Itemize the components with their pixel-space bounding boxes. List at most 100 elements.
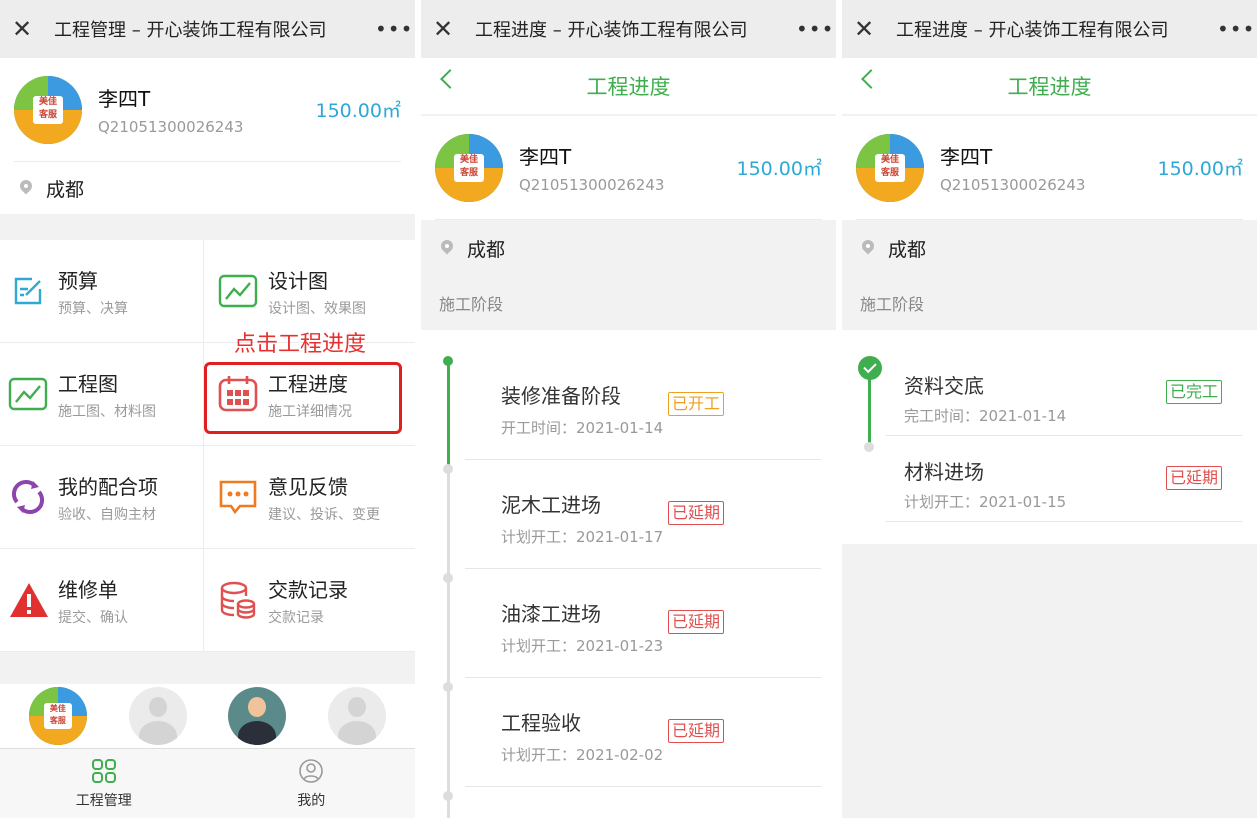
timeline-item[interactable]: 材料进场 计划开工：2021-01-15 已延期 — [886, 436, 1242, 522]
customer-name: 李四T — [98, 87, 151, 111]
timeline-line — [447, 465, 450, 818]
avatar-placeholder[interactable] — [328, 687, 387, 745]
profile-card: 美佳 客服 李四T Q21051300026243 150.00㎡ 成都 — [0, 58, 415, 214]
bottom-tab-bar: 工程管理 我的 — [0, 748, 415, 818]
more-icon[interactable]: ••• — [375, 17, 412, 41]
menu-item-subtitle: 预算、决算 — [58, 300, 128, 317]
close-icon[interactable]: ✕ — [433, 17, 467, 41]
window-title: 工程管理 – 开心装饰工程有限公司 — [54, 20, 327, 41]
stage-name: 材料进场 — [904, 460, 984, 484]
location-pin-icon — [439, 240, 455, 256]
chart-line-icon — [218, 271, 258, 311]
company-logo-icon: 美佳 客服 — [14, 75, 82, 144]
avatar-placeholder[interactable] — [128, 687, 187, 745]
timeline-item[interactable]: 资料交底 完工时间：2021-01-14 已完工 — [886, 350, 1242, 436]
status-badge: 已完工 — [1166, 380, 1223, 404]
close-icon[interactable]: ✕ — [854, 17, 888, 41]
timeline-item[interactable]: 工程验收 计划开工：2021-02-02 已延期 — [465, 677, 821, 787]
area-value: 150.00㎡ — [1157, 158, 1244, 180]
highlight-box — [204, 362, 402, 434]
page-title: 工程进度 — [1007, 75, 1092, 99]
timeline-line-active — [447, 360, 450, 465]
timeline-dot — [443, 791, 453, 801]
chart-line-icon — [8, 374, 48, 414]
status-badge: 已延期 — [668, 719, 725, 743]
customer-name: 李四T — [519, 145, 572, 169]
menu-item-title: 预算 — [58, 268, 98, 293]
location-row: 成都 — [421, 220, 836, 276]
section-header: 施工阶段 — [860, 295, 925, 314]
tab-label: 工程管理 — [75, 792, 132, 809]
status-badge: 已延期 — [668, 610, 725, 634]
check-circle-icon — [858, 356, 882, 380]
timeline-dot — [443, 464, 453, 474]
page-header: 工程进度 — [842, 58, 1257, 114]
user-icon — [299, 758, 324, 783]
menu-item[interactable]: 工程图 施工图、材料图 — [0, 343, 204, 446]
page-header: 工程进度 — [421, 58, 836, 114]
location-pin-icon — [860, 240, 876, 256]
customer-id: Q21051300026243 — [519, 176, 665, 194]
timeline-dot — [443, 682, 453, 692]
stage-date: 计划开工：2021-01-23 — [501, 637, 664, 655]
annotation-text: 点击工程进度 — [234, 332, 367, 357]
menu-item[interactable]: 预算 预算、决算 — [0, 240, 204, 343]
menu-item-subtitle: 设计图、效果图 — [268, 300, 366, 317]
stage-timeline: 资料交底 完工时间：2021-01-14 已完工 材料进场 计划开工：2021-0… — [842, 330, 1257, 544]
menu-item[interactable]: 意见反馈 建议、投诉、变更 — [204, 446, 415, 549]
stage-timeline: 装修准备阶段 开工时间：2021-01-14 已开工 泥木工进场 计划开工：202… — [421, 330, 836, 818]
location-row: 成都 — [842, 220, 1257, 276]
refresh-icon — [8, 477, 48, 517]
title-bar: ✕ 工程进度 – 开心装饰工程有限公司 ••• — [421, 0, 836, 58]
message-icon — [218, 477, 258, 517]
stage-name: 泥木工进场 — [501, 493, 601, 517]
stage-date: 计划开工：2021-02-02 — [501, 746, 664, 764]
screen-project-management: ✕ 工程管理 – 开心装饰工程有限公司 ••• 美佳 客服 李四T Q210513… — [0, 0, 415, 818]
area-value: 150.00㎡ — [736, 158, 823, 180]
edit-icon — [8, 271, 48, 311]
customer-id: Q21051300026243 — [940, 176, 1086, 194]
tab-mine[interactable]: 我的 — [208, 749, 416, 818]
status-badge: 已延期 — [1166, 466, 1223, 490]
company-logo-icon: 美佳 客服 — [856, 133, 924, 202]
timeline-line-active — [868, 370, 871, 446]
timeline-item[interactable]: 油漆工进场 计划开工：2021-01-23 已延期 — [465, 568, 821, 678]
area-value: 150.00㎡ — [315, 100, 402, 122]
menu-item[interactable]: 交款记录 交款记录 — [204, 549, 415, 652]
timeline-item[interactable]: 泥木工进场 计划开工：2021-01-17 已延期 — [465, 459, 821, 569]
menu-item-title: 工程图 — [58, 371, 118, 396]
more-icon[interactable]: ••• — [1217, 17, 1254, 41]
title-bar: ✕ 工程进度 – 开心装饰工程有限公司 ••• — [842, 0, 1257, 58]
menu-item[interactable]: 维修单 提交、确认 — [0, 549, 204, 652]
screen-progress-2: ✕ 工程进度 – 开心装饰工程有限公司 ••• 工程进度 美佳 客服 李四T Q2… — [842, 0, 1257, 818]
menu-item-title: 设计图 — [268, 268, 328, 293]
location-row: 成都 — [14, 162, 401, 214]
stage-date: 完工时间：2021-01-14 — [904, 407, 1067, 425]
timeline-dot — [443, 356, 453, 366]
window-title: 工程进度 – 开心装饰工程有限公司 — [475, 20, 748, 41]
status-badge: 已延期 — [668, 501, 725, 525]
timeline-dot — [864, 442, 874, 452]
menu-item-subtitle: 交款记录 — [268, 609, 324, 626]
more-icon[interactable]: ••• — [796, 17, 833, 41]
profile-card: 美佳 客服 李四T Q21051300026243 150.00㎡ — [421, 116, 836, 220]
customer-id: Q21051300026243 — [98, 118, 244, 136]
screen-progress-1: ✕ 工程进度 – 开心装饰工程有限公司 ••• 工程进度 美佳 客服 李四T Q2… — [421, 0, 836, 818]
menu-item[interactable]: 我的配合项 验收、自购主材 — [0, 446, 204, 549]
tab-project-management[interactable]: 工程管理 — [0, 749, 208, 818]
window-title: 工程进度 – 开心装饰工程有限公司 — [896, 20, 1169, 41]
avatar-company-logo[interactable]: 美佳 客服 — [28, 687, 87, 745]
close-icon[interactable]: ✕ — [12, 17, 46, 41]
location-city: 成都 — [888, 238, 927, 261]
avatar-person[interactable] — [228, 687, 287, 745]
stage-date: 开工时间：2021-01-14 — [501, 419, 664, 437]
section-header: 施工阶段 — [439, 295, 504, 314]
grid-icon — [91, 758, 116, 783]
timeline-item[interactable]: 装修准备阶段 开工时间：2021-01-14 已开工 — [465, 350, 821, 460]
menu-item-title: 意见反馈 — [268, 474, 348, 499]
stage-date: 计划开工：2021-01-15 — [904, 493, 1067, 511]
function-menu: 预算 预算、决算 设计图 设计图、效果图 工程图 施工图、材料图 工程进度 施工… — [0, 240, 415, 652]
menu-item-subtitle: 提交、确认 — [58, 609, 128, 626]
page-title: 工程进度 — [586, 75, 671, 99]
team-avatars: 美佳 客服 — [0, 684, 415, 748]
